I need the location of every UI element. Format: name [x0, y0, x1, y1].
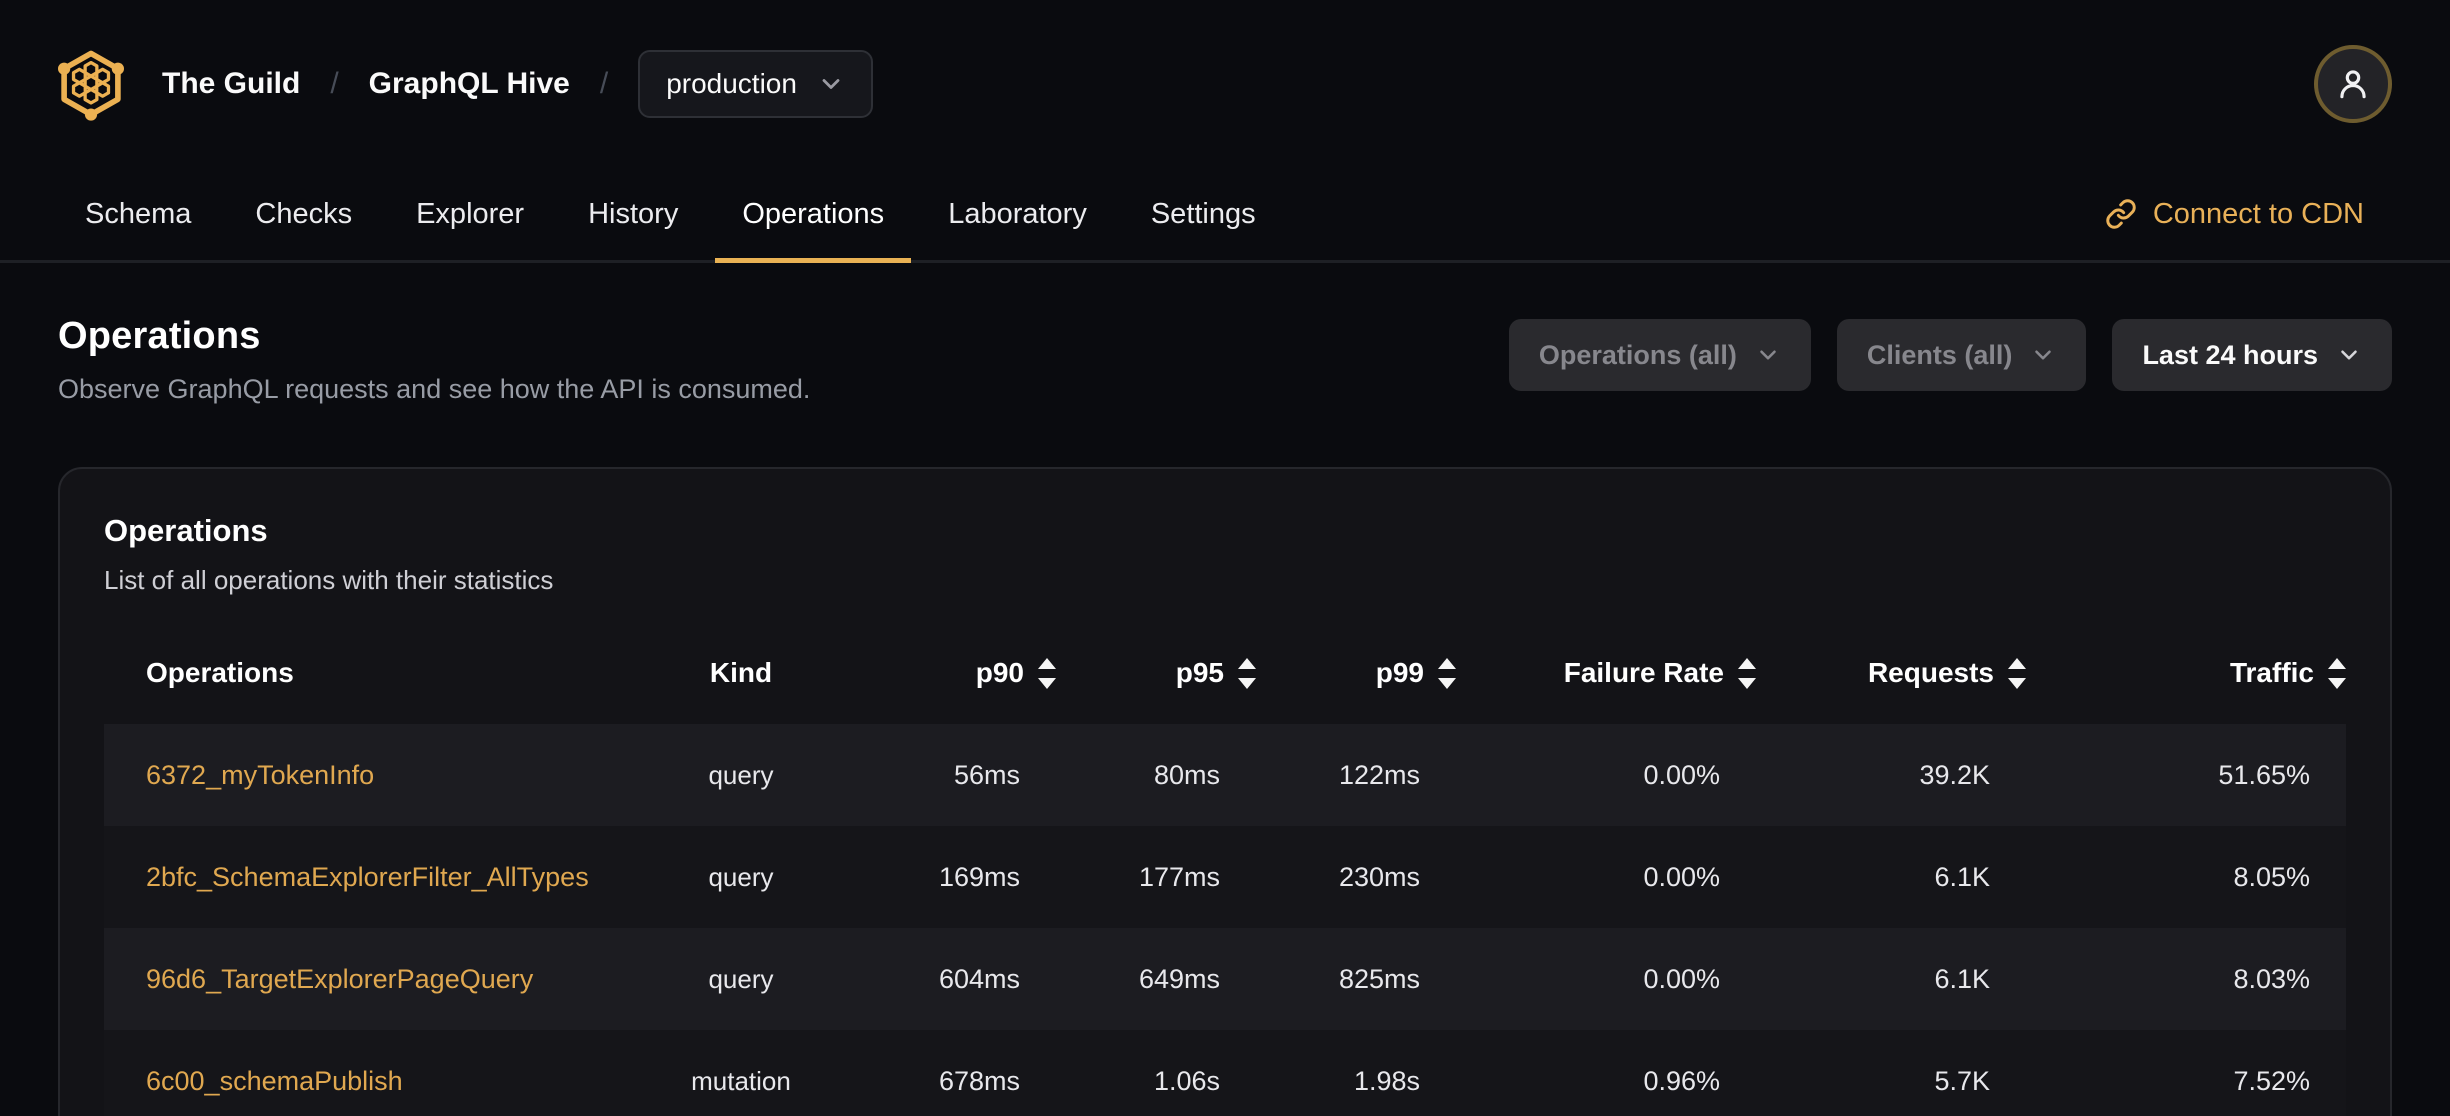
tab-laboratory[interactable]: Laboratory [921, 168, 1114, 260]
breadcrumb-project-link[interactable]: GraphQL Hive [369, 67, 570, 101]
operation-kind: mutation [691, 1065, 791, 1096]
operation-p95: 649ms [1138, 963, 1220, 994]
column-header-traffic[interactable]: Traffic [2026, 657, 2346, 689]
chevron-down-icon [2035, 350, 2052, 360]
table-header-row: Operations Kind p90 p95 p99 Failure Rate… [104, 636, 2346, 710]
page-subtitle: Observe GraphQL requests and see how the… [58, 374, 811, 404]
operation-p99: 122ms [1338, 759, 1420, 790]
operation-name-link[interactable]: 6372_myTokenInfo [104, 760, 621, 791]
operation-traffic: 8.05% [2233, 861, 2310, 892]
sort-arrows-icon[interactable] [2328, 657, 2346, 689]
operations-card: Operations List of all operations with t… [58, 467, 2392, 1116]
table-row: 96d6_TargetExplorerPageQuery query 604ms… [104, 928, 2346, 1030]
operation-p90: 56ms [953, 759, 1020, 790]
nav-tabs: Schema Checks Explorer History Operation… [0, 168, 2450, 263]
operation-p95: 1.06s [1153, 1065, 1220, 1096]
table-row: 6372_myTokenInfo query 56ms 80ms 122ms 0… [104, 724, 2346, 826]
tab-schema[interactable]: Schema [58, 168, 218, 260]
connect-to-cdn-label: Connect to CDN [2152, 197, 2364, 230]
environment-selector[interactable]: production [638, 50, 873, 118]
column-header-label: p95 [1175, 657, 1224, 688]
operation-failure-rate: 0.00% [1643, 861, 1720, 892]
user-icon [2340, 70, 2366, 99]
operation-p95: 80ms [1153, 759, 1220, 790]
sort-arrows-icon[interactable] [1238, 657, 1256, 689]
operation-p90: 169ms [938, 861, 1020, 892]
time-range-dropdown[interactable]: Last 24 hours [2112, 319, 2392, 391]
page-title: Operations [58, 315, 261, 357]
clients-filter-dropdown[interactable]: Clients (all) [1836, 319, 2087, 391]
chevron-down-icon [2341, 350, 2357, 360]
operation-requests: 6.1K [1934, 963, 1990, 994]
breadcrumb-org-link[interactable]: The Guild [162, 67, 300, 101]
operation-failure-rate: 0.00% [1643, 759, 1720, 790]
tab-checks[interactable]: Checks [228, 168, 379, 260]
card-title: Operations [104, 513, 268, 548]
operation-name-link[interactable]: 2bfc_SchemaExplorerFilter_AllTypes [104, 862, 621, 893]
column-header-failure-rate[interactable]: Failure Rate [1456, 657, 1756, 689]
operation-requests: 5.7K [1934, 1065, 1990, 1096]
breadcrumb: The Guild / GraphQL Hive / production [58, 47, 873, 121]
operation-name-link[interactable]: 6c00_schemaPublish [104, 1066, 621, 1097]
hive-logo-icon[interactable] [58, 47, 124, 121]
operation-p95: 177ms [1138, 861, 1220, 892]
column-header-label: p99 [1375, 657, 1424, 688]
environment-selector-value: production [666, 68, 797, 99]
app-header: The Guild / GraphQL Hive / production [0, 0, 2450, 168]
operation-p99: 825ms [1338, 963, 1420, 994]
operation-requests: 39.2K [1919, 759, 1990, 790]
clients-filter-label: Clients (all) [1866, 339, 2013, 370]
tab-history[interactable]: History [561, 168, 705, 260]
connect-to-cdn-link[interactable]: Connect to CDN [2105, 168, 2392, 260]
operation-name-link[interactable]: 96d6_TargetExplorerPageQuery [104, 964, 621, 995]
column-header-p99[interactable]: p99 [1256, 657, 1456, 689]
table-row: 2bfc_SchemaExplorerFilter_AllTypes query… [104, 826, 2346, 928]
card-subtitle: List of all operations with their statis… [104, 565, 554, 595]
link-icon [2106, 199, 2136, 229]
operation-traffic: 7.52% [2233, 1065, 2310, 1096]
tab-settings[interactable]: Settings [1124, 168, 1283, 260]
operation-p90: 604ms [938, 963, 1020, 994]
operation-failure-rate: 0.00% [1643, 963, 1720, 994]
operation-p90: 678ms [938, 1065, 1020, 1096]
column-header-label: Requests [1867, 657, 1994, 688]
operations-filter-label: Operations (all) [1538, 339, 1737, 370]
filter-bar: Operations (all) Clients (all) Last 24 h… [1508, 319, 2392, 391]
operation-traffic: 8.03% [2233, 963, 2310, 994]
breadcrumb-separator: / [599, 67, 609, 100]
operation-traffic: 51.65% [2218, 759, 2310, 790]
page-header: Operations Observe GraphQL requests and … [0, 263, 2450, 405]
operation-p99: 230ms [1338, 861, 1420, 892]
table-row: 6c00_schemaPublish mutation 678ms 1.06s … [104, 1030, 2346, 1116]
table-body: 6372_myTokenInfo query 56ms 80ms 122ms 0… [104, 724, 2346, 1116]
user-avatar-button[interactable] [2314, 45, 2392, 123]
operation-kind: query [708, 861, 774, 892]
operation-requests: 6.1K [1934, 861, 1990, 892]
time-range-label: Last 24 hours [2142, 339, 2318, 370]
column-header-kind: Kind [709, 657, 773, 688]
operations-table: Operations Kind p90 p95 p99 Failure Rate… [104, 636, 2346, 1116]
operation-failure-rate: 0.96% [1643, 1065, 1720, 1096]
tab-operations[interactable]: Operations [715, 168, 912, 263]
chevron-down-icon [1760, 350, 1776, 360]
column-header-p90[interactable]: p90 [861, 657, 1056, 689]
operation-kind: query [708, 963, 774, 994]
breadcrumb-separator: / [330, 67, 339, 100]
operations-filter-dropdown[interactable]: Operations (all) [1508, 319, 1811, 391]
tab-explorer[interactable]: Explorer [389, 168, 551, 260]
sort-arrows-icon[interactable] [1738, 657, 1756, 689]
chevron-down-icon [822, 79, 840, 89]
column-header-label: p90 [975, 657, 1024, 688]
column-header-requests[interactable]: Requests [1756, 657, 2026, 689]
column-header-operations: Operations [146, 657, 294, 688]
sort-arrows-icon[interactable] [1438, 657, 1456, 689]
column-header-label: Failure Rate [1563, 657, 1724, 688]
sort-arrows-icon[interactable] [2008, 657, 2026, 689]
operation-kind: query [708, 759, 774, 790]
column-header-p95[interactable]: p95 [1056, 657, 1256, 689]
column-header-label: Traffic [2229, 657, 2314, 688]
sort-arrows-icon[interactable] [1038, 657, 1056, 689]
operation-p99: 1.98s [1353, 1065, 1420, 1096]
page-title-block: Operations Observe GraphQL requests and … [58, 315, 810, 405]
